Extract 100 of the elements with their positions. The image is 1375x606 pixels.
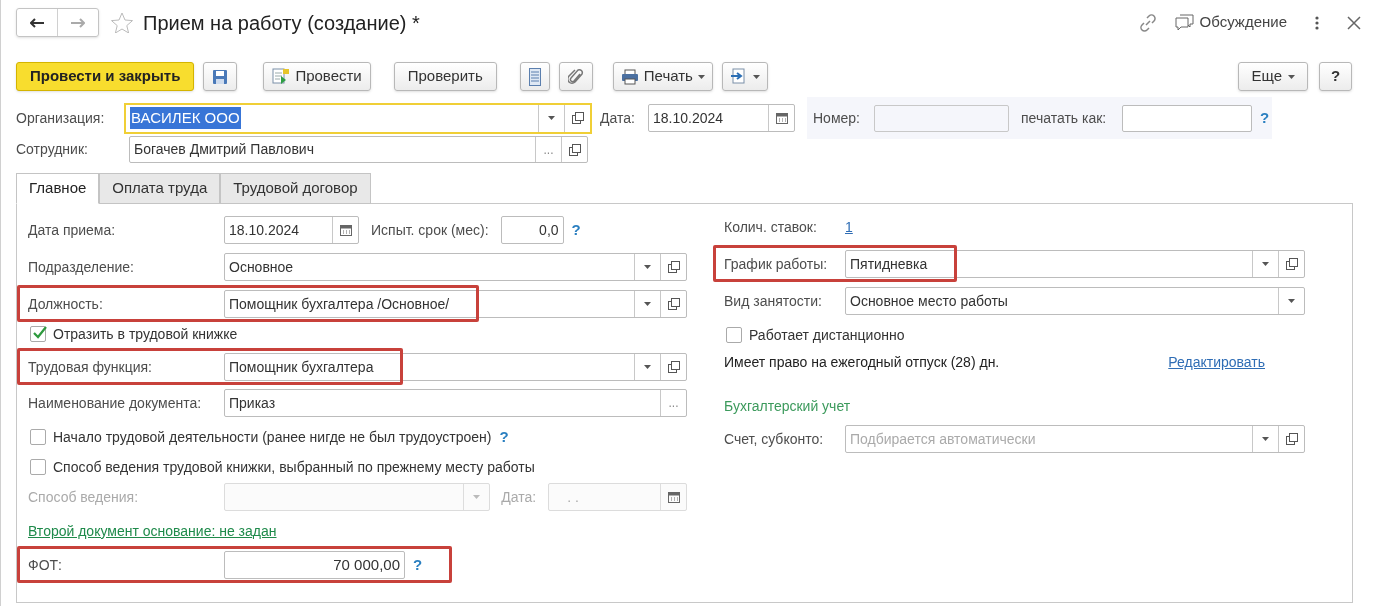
choice-field[interactable]: Приказ ... bbox=[224, 389, 687, 417]
tab[interactable]: Оплата труда bbox=[99, 173, 221, 204]
open-window-icon bbox=[667, 361, 680, 373]
field-label: Должность: bbox=[28, 294, 104, 314]
field-label: Трудовая функция: bbox=[28, 357, 153, 377]
combo-field[interactable]: Основное bbox=[224, 253, 687, 281]
field-label: Колич. ставок: bbox=[724, 217, 818, 237]
more-menu-button[interactable] bbox=[1315, 14, 1321, 31]
caret-icon bbox=[1288, 299, 1295, 303]
field-label: Испыт. срок (мес): bbox=[371, 220, 489, 240]
attach-button[interactable] bbox=[558, 62, 593, 91]
field-label: Дата приема: bbox=[28, 220, 117, 240]
field-label: Счет, субконто: bbox=[724, 429, 825, 449]
combo-field[interactable]: Пятидневка bbox=[845, 250, 1305, 278]
field-label: Дата: bbox=[600, 108, 636, 128]
caret-icon bbox=[752, 74, 760, 79]
field-label: Дата: bbox=[501, 487, 537, 507]
list-button[interactable] bbox=[519, 62, 550, 91]
checkbox-label: Способ ведения трудовой книжки, выбранный по прежнему месту работы bbox=[53, 457, 535, 477]
checkbox[interactable] bbox=[30, 429, 46, 445]
list-icon bbox=[528, 67, 541, 86]
caret-icon bbox=[473, 495, 481, 499]
checkbox[interactable] bbox=[30, 459, 46, 475]
field-label: Организация: bbox=[16, 108, 106, 128]
window-title: Прием на работу (создание) * bbox=[143, 10, 420, 36]
field-label: Вид занятости: bbox=[724, 291, 823, 311]
tab[interactable]: Главное bbox=[16, 173, 100, 204]
printer-icon bbox=[620, 68, 639, 85]
combo-field[interactable]: Основное место работы bbox=[845, 287, 1305, 315]
vertical-dots-icon bbox=[1315, 15, 1319, 30]
checkbox[interactable] bbox=[726, 327, 742, 343]
back-arrow-icon bbox=[30, 17, 44, 28]
selected-text: ВАСИЛЕК ООО bbox=[130, 106, 241, 130]
star-icon[interactable] bbox=[111, 12, 133, 33]
open-window-icon bbox=[571, 112, 584, 124]
field-label: График работы: bbox=[724, 254, 829, 274]
field-label: ФОТ: bbox=[28, 555, 63, 575]
caret-icon bbox=[1288, 74, 1295, 79]
open-window-icon bbox=[667, 261, 680, 273]
field-label: печатать как: bbox=[1021, 108, 1108, 128]
caret-icon bbox=[697, 74, 705, 79]
discussion-button[interactable]: Обсуждение bbox=[1174, 11, 1287, 34]
save-button[interactable] bbox=[203, 62, 238, 91]
more-button[interactable]: Еще bbox=[1238, 62, 1308, 91]
caret-icon bbox=[644, 302, 651, 306]
open-window-icon bbox=[1285, 258, 1298, 270]
organization-field[interactable]: ВАСИЛЕК ООО bbox=[124, 102, 592, 134]
close-button[interactable] bbox=[1347, 15, 1361, 30]
field-label: Подразделение: bbox=[28, 257, 135, 277]
chat-bubbles-icon bbox=[1174, 14, 1194, 31]
checkbox-label: Работает дистанционно bbox=[749, 325, 905, 345]
checkmark-icon bbox=[32, 326, 48, 340]
calendar-icon bbox=[339, 224, 352, 236]
tab[interactable]: Трудовой договор bbox=[220, 173, 371, 204]
calendar-icon bbox=[667, 491, 680, 503]
choose-button[interactable]: ... bbox=[660, 390, 686, 416]
checkbox-label: Начало трудовой деятельности (ранее нигде не был трудоустроен) bbox=[53, 427, 492, 447]
date-field[interactable]: 18.10.2024 bbox=[648, 104, 795, 132]
checkbox-label: Отразить в трудовой книжке bbox=[53, 324, 238, 344]
choose-button[interactable]: ... bbox=[535, 137, 561, 162]
help-link[interactable]: ? bbox=[571, 218, 581, 242]
caret-icon bbox=[1262, 262, 1269, 266]
section-title: Бухгалтерский учет bbox=[724, 396, 851, 416]
field-label: Наименование документа: bbox=[28, 393, 203, 413]
close-icon bbox=[1347, 15, 1361, 30]
field-label: Сотрудник: bbox=[16, 140, 89, 159]
link[interactable]: 1 bbox=[845, 216, 853, 238]
post-and-close-button[interactable]: Провести и закрыть bbox=[16, 62, 195, 91]
check-button[interactable]: Проверить bbox=[393, 62, 497, 91]
help-link[interactable]: ? bbox=[499, 425, 509, 449]
calendar-icon bbox=[775, 112, 788, 124]
field-label: Способ ведения: bbox=[28, 487, 140, 507]
checkbox[interactable] bbox=[30, 326, 46, 342]
document-post-icon bbox=[272, 68, 291, 85]
print-menu-button[interactable]: Печать bbox=[612, 62, 713, 91]
caret-icon bbox=[548, 116, 555, 120]
discussion-label: Обсуждение bbox=[1199, 12, 1287, 33]
edit-link[interactable]: Редактировать bbox=[1168, 351, 1265, 373]
help-link[interactable]: ? bbox=[413, 553, 423, 577]
caret-icon bbox=[1262, 437, 1269, 441]
help-link[interactable]: ? bbox=[1260, 106, 1270, 130]
help-button[interactable]: ? bbox=[1319, 62, 1352, 91]
amount-field[interactable]: 70 000,00 bbox=[224, 551, 405, 579]
caret-icon bbox=[644, 265, 651, 269]
combo-field[interactable]: Помощник бухгалтера /Основное/ bbox=[224, 290, 687, 318]
open-window-icon bbox=[568, 143, 581, 156]
post-button[interactable]: Провести bbox=[263, 62, 371, 91]
open-window-icon bbox=[667, 298, 680, 310]
probation-field[interactable]: 0,0 bbox=[500, 216, 564, 244]
employee-field[interactable]: Богачев Дмитрий Павлович ... bbox=[129, 136, 588, 163]
print-as-field[interactable] bbox=[1122, 104, 1252, 132]
link[interactable]: Второй документ основание: не задан bbox=[28, 520, 277, 542]
field-label: Номер: bbox=[813, 108, 861, 128]
link-icon bbox=[1138, 13, 1157, 32]
forward-arrow-icon bbox=[71, 17, 85, 28]
date-field[interactable]: 18.10.2024 bbox=[224, 216, 359, 244]
combo-field[interactable]: Помощник бухгалтера bbox=[224, 353, 687, 381]
caret-icon bbox=[644, 365, 651, 369]
number-field[interactable] bbox=[874, 104, 1009, 132]
export-menu-button[interactable] bbox=[721, 62, 768, 91]
